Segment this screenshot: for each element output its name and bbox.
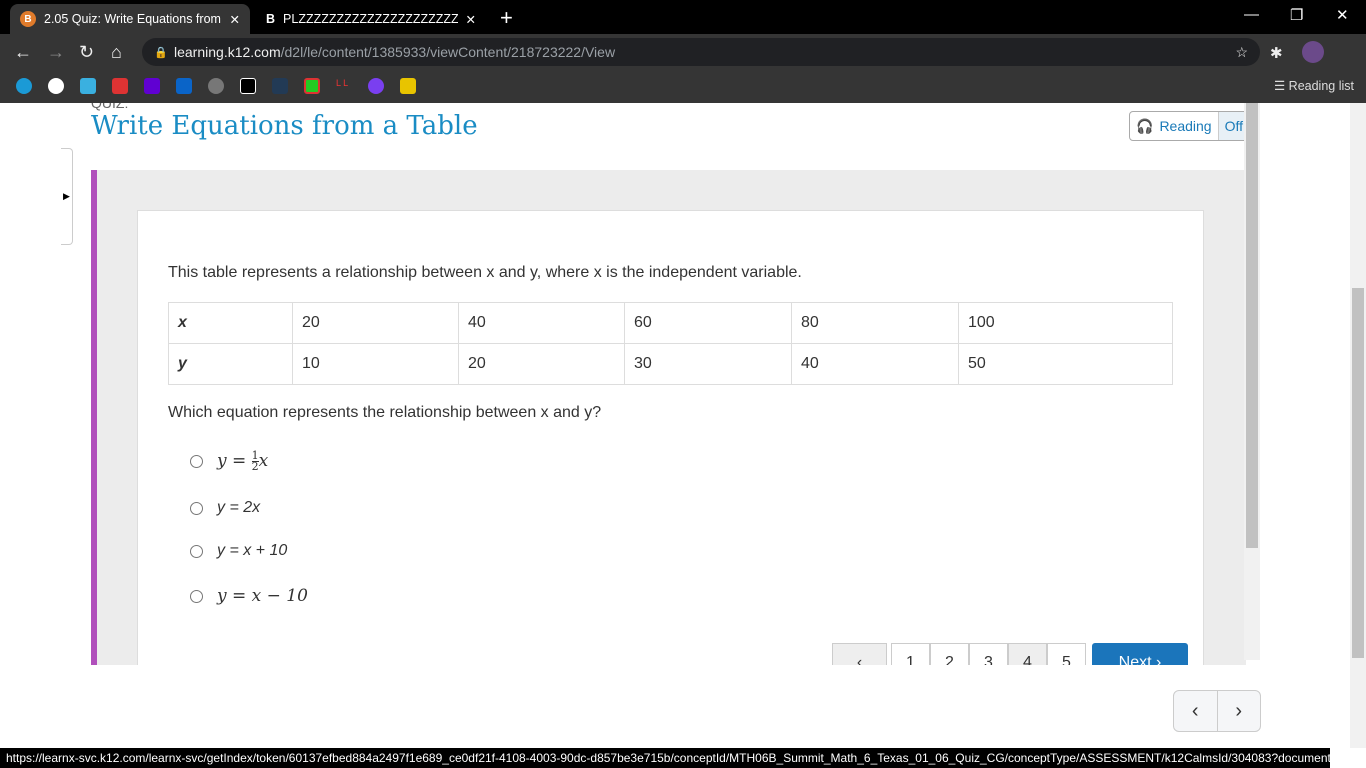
page-button-4[interactable]: 4: [1008, 643, 1047, 665]
expand-sidebar-button[interactable]: ▶: [61, 148, 73, 245]
page-button-5[interactable]: 5: [1047, 643, 1086, 665]
scroll-thumb[interactable]: [1246, 103, 1258, 548]
bookmark-icon[interactable]: [48, 78, 64, 94]
question-card: This table represents a relationship bet…: [137, 210, 1204, 665]
prev-page-button[interactable]: ‹: [832, 643, 887, 665]
row-header: x: [168, 302, 293, 344]
bookmark-icon[interactable]: [112, 78, 128, 94]
bookmark-icon[interactable]: [80, 78, 96, 94]
answer-option[interactable]: y = x − 10: [190, 586, 308, 606]
table-row: y 10 20 30 40 50: [168, 343, 1173, 385]
next-icon[interactable]: ›: [1216, 691, 1261, 731]
tab-bar: B 2.05 Quiz: Write Equations from a Table…: [0, 0, 1366, 34]
headphones-icon: 🎧: [1136, 117, 1154, 134]
close-window-icon[interactable]: ✕: [1336, 6, 1349, 24]
url-path: /d2l/le/content/1385933/viewContent/2187…: [280, 44, 616, 60]
page-button-3[interactable]: 3: [969, 643, 1008, 665]
pagination: ‹ 1 2 3 4 5: [832, 643, 1086, 665]
tab-quiz[interactable]: B 2.05 Quiz: Write Equations from a Table…: [10, 4, 250, 34]
reading-list-label: Reading list: [1288, 79, 1354, 93]
table-cell: 80: [791, 302, 959, 344]
bookmarks-bar: L L ☰ Reading list: [0, 70, 1366, 103]
radio-button[interactable]: [190, 501, 203, 515]
radio-button[interactable]: [190, 589, 203, 603]
tab-plz[interactable]: B PLZZZZZZZZZZZZZZZZZZZZZZZZ ✕: [256, 4, 486, 34]
close-tab-icon[interactable]: ✕: [230, 12, 240, 27]
page-button-2[interactable]: 2: [930, 643, 969, 665]
option-label: y = 2x: [217, 499, 261, 516]
url-host: learning.k12.com: [174, 44, 281, 60]
reading-toggle[interactable]: 🎧 Reading Off: [1129, 111, 1251, 141]
bookmark-icon[interactable]: L L: [336, 78, 352, 94]
table-cell: 50: [958, 343, 1173, 385]
question-prompt: Which equation represents the relationsh…: [168, 404, 602, 421]
table-cell: 20: [458, 343, 625, 385]
star-icon[interactable]: ☆: [1235, 44, 1248, 61]
page-nav: ‹ ›: [1173, 690, 1261, 732]
extensions-icon[interactable]: ✱: [1270, 44, 1283, 62]
table-cell: 40: [791, 343, 959, 385]
minimize-icon[interactable]: —: [1244, 6, 1259, 23]
bookmark-icon[interactable]: [304, 78, 320, 94]
lock-icon: 🔒: [154, 46, 168, 59]
radio-button[interactable]: [190, 544, 203, 558]
table-cell: 60: [624, 302, 792, 344]
favicon-icon: B: [266, 12, 276, 26]
bookmark-icon[interactable]: [272, 78, 288, 94]
bookmark-icon[interactable]: [176, 78, 192, 94]
answer-option[interactable]: y = x + 10: [190, 542, 287, 560]
quiz-label: QUIZ:: [91, 103, 129, 111]
option-label: y = x − 10: [217, 586, 308, 606]
next-button[interactable]: Next ›: [1092, 643, 1188, 665]
table-cell: 100: [958, 302, 1173, 344]
table-cell: 10: [292, 343, 459, 385]
reading-label: Reading: [1159, 118, 1212, 134]
status-bar-url: https://learnx-svc.k12.com/learnx-svc/ge…: [0, 748, 1330, 768]
answer-option[interactable]: y = 12x: [190, 449, 269, 473]
option-label: y = x + 10: [217, 542, 288, 559]
brainly-favicon-icon: B: [20, 11, 36, 27]
restore-icon[interactable]: ❐: [1290, 6, 1303, 24]
reading-list-button[interactable]: ☰ Reading list: [1274, 78, 1354, 93]
back-icon[interactable]: ←: [14, 42, 32, 63]
table-row: x 20 40 60 80 100: [168, 302, 1173, 344]
table-cell: 30: [624, 343, 792, 385]
avatar[interactable]: [1302, 41, 1324, 63]
answer-option[interactable]: y = 2x: [190, 499, 260, 517]
bookmark-icon[interactable]: [144, 78, 160, 94]
previous-icon[interactable]: ‹: [1174, 691, 1217, 731]
bookmark-icon[interactable]: [368, 78, 384, 94]
new-tab-icon[interactable]: +: [500, 5, 513, 31]
bookmark-icon[interactable]: [400, 78, 416, 94]
browser-toolbar: ← → ↻ ⌂ 🔒 learning.k12.com/d2l/le/content…: [0, 34, 1366, 70]
table-cell: 20: [292, 302, 459, 344]
home-icon[interactable]: ⌂: [111, 42, 122, 63]
tab-label: PLZZZZZZZZZZZZZZZZZZZZZZZZ: [283, 12, 458, 26]
bookmark-icon[interactable]: [208, 78, 224, 94]
frame-scrollbar[interactable]: [1244, 103, 1260, 660]
quiz-frame: This table represents a relationship bet…: [91, 170, 1246, 665]
question-intro: This table represents a relationship bet…: [168, 264, 802, 281]
radio-button[interactable]: [190, 455, 203, 468]
reload-icon[interactable]: ↻: [79, 42, 94, 63]
tab-label: 2.05 Quiz: Write Equations from a Table: [44, 12, 222, 26]
table-cell: 40: [458, 302, 625, 344]
row-header: y: [168, 343, 293, 385]
page-scrollbar[interactable]: [1350, 103, 1366, 748]
page-button-1[interactable]: 1: [891, 643, 930, 665]
page-content: QUIZ: Write Equations from a Table 🎧 Read…: [0, 103, 1350, 748]
xy-table: x 20 40 60 80 100 y 10 20 30 40 50: [168, 302, 1173, 385]
close-tab-icon[interactable]: ✕: [466, 12, 476, 27]
scroll-thumb[interactable]: [1352, 288, 1364, 658]
option-label: y = 12x: [217, 449, 269, 473]
page-title: Write Equations from a Table: [91, 111, 478, 141]
bookmark-icon[interactable]: [16, 78, 32, 94]
address-bar[interactable]: 🔒 learning.k12.com/d2l/le/content/1385933…: [142, 38, 1260, 66]
forward-icon[interactable]: →: [47, 42, 65, 63]
bookmark-icon[interactable]: [240, 78, 256, 94]
